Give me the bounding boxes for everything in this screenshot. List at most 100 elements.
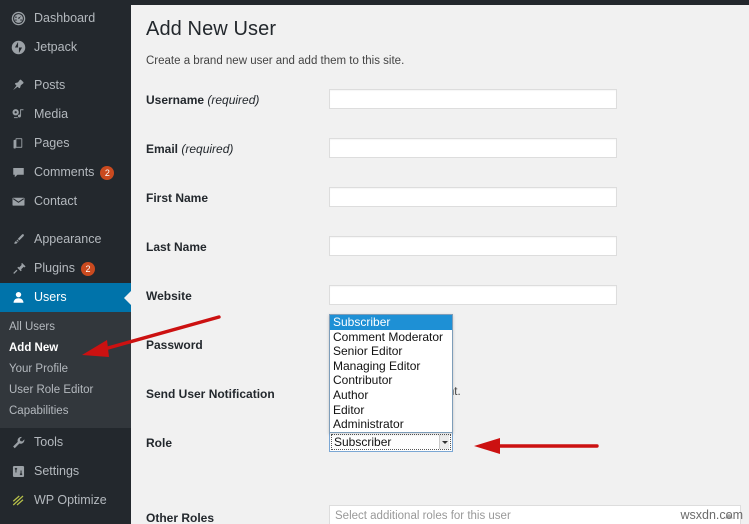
role-selected-value: Subscriber xyxy=(334,435,392,449)
form-row-last-name: Last Name xyxy=(146,236,749,285)
sidebar-subitem-your-profile[interactable]: Your Profile xyxy=(0,359,131,380)
last-name-label-text: Last Name xyxy=(146,240,207,254)
role-select[interactable]: Subscriber xyxy=(329,432,453,452)
other-roles-label: Other Roles xyxy=(146,511,215,524)
sidebar-item-tools[interactable]: Tools xyxy=(0,428,131,457)
sidebar-item-pages[interactable]: Pages xyxy=(0,129,131,158)
sidebar-group-3: Appearance Plugins 2 Users xyxy=(0,225,131,312)
role-option[interactable]: Subscriber xyxy=(330,315,452,330)
first-name-input[interactable] xyxy=(329,187,617,207)
role-option[interactable]: Administrator xyxy=(330,417,452,432)
sidebar-subitem-add-new[interactable]: Add New xyxy=(0,338,131,359)
send-user-notification-label: Send User Notification xyxy=(146,387,275,401)
sidebar-item-jetpack[interactable]: Jetpack xyxy=(0,33,131,62)
last-name-input[interactable] xyxy=(329,236,617,256)
website-input[interactable] xyxy=(329,285,617,305)
email-label: Email (required) xyxy=(146,142,233,156)
comment-icon xyxy=(9,164,27,182)
pin-icon xyxy=(9,77,27,95)
watermark: wsxdn.com xyxy=(680,508,743,522)
sidebar-group-4: Tools Settings WP Optimize xyxy=(0,428,131,515)
password-label: Password xyxy=(146,338,203,352)
sidebar-item-label: Users xyxy=(34,290,67,305)
sidebar-subitem-capabilities[interactable]: Capabilities xyxy=(0,401,131,422)
settings-icon xyxy=(9,463,27,481)
admin-sidebar: Dashboard Jetpack Posts Media Pages Comm… xyxy=(0,0,131,524)
sidebar-item-dashboard[interactable]: Dashboard xyxy=(0,4,131,33)
sidebar-item-label: Plugins xyxy=(34,261,75,276)
page-title: Add New User xyxy=(146,18,277,40)
username-input[interactable] xyxy=(329,89,617,109)
role-option[interactable]: Editor xyxy=(330,403,452,418)
main-content: Add New User Create a brand new user and… xyxy=(131,0,749,524)
form-row-other-roles: Other Roles Select additional roles for … xyxy=(146,505,749,524)
envelope-icon xyxy=(9,193,27,211)
last-name-label: Last Name xyxy=(146,240,207,254)
sidebar-item-posts[interactable]: Posts xyxy=(0,71,131,100)
media-icon xyxy=(9,106,27,124)
website-label-text: Website xyxy=(146,289,192,303)
form-row-username: Username (required) xyxy=(146,89,749,138)
pages-icon xyxy=(9,135,27,153)
email-input[interactable] xyxy=(329,138,617,158)
username-label-text: Username xyxy=(146,93,205,107)
user-icon xyxy=(9,289,27,307)
add-user-form-area: Add New User Create a brand new user and… xyxy=(131,5,749,524)
username-required-note: (required) xyxy=(207,93,260,107)
sidebar-item-label: Pages xyxy=(34,136,70,151)
sidebar-item-users[interactable]: Users xyxy=(0,283,131,312)
brush-icon xyxy=(9,231,27,249)
website-label: Website xyxy=(146,289,192,303)
sidebar-divider xyxy=(0,62,131,71)
first-name-label: First Name xyxy=(146,191,208,205)
sidebar-subitem-all-users[interactable]: All Users xyxy=(0,317,131,338)
sidebar-item-label: Settings xyxy=(34,464,80,479)
sidebar-item-appearance[interactable]: Appearance xyxy=(0,225,131,254)
role-label: Role xyxy=(146,436,173,450)
page-description: Create a brand new user and add them to … xyxy=(146,55,405,67)
sidebar-group-2: Posts Media Pages Comments 2 Contact xyxy=(0,71,131,216)
role-option[interactable]: Managing Editor xyxy=(330,359,452,374)
wrench-icon xyxy=(9,434,27,452)
sidebar-divider xyxy=(0,216,131,225)
role-option[interactable]: Author xyxy=(330,388,452,403)
other-roles-placeholder: Select additional roles for this user xyxy=(335,510,511,522)
sidebar-subitem-user-role-editor[interactable]: User Role Editor xyxy=(0,380,131,401)
plugins-count-badge: 2 xyxy=(81,261,95,276)
jetpack-icon xyxy=(9,39,27,57)
sidebar-item-wp-optimize[interactable]: WP Optimize xyxy=(0,486,131,515)
sidebar-item-label: Appearance xyxy=(34,232,102,247)
dashboard-icon xyxy=(9,10,27,28)
sidebar-item-settings[interactable]: Settings xyxy=(0,457,131,486)
role-option[interactable]: Senior Editor xyxy=(330,344,452,359)
sidebar-item-label: Contact xyxy=(34,194,78,209)
email-required-note: (required) xyxy=(181,142,234,156)
sidebar-item-label: Dashboard xyxy=(34,11,96,26)
role-option[interactable]: Comment Moderator xyxy=(330,330,452,345)
role-select-wrapper[interactable]: Subscriber xyxy=(329,432,453,452)
form-row-role: Role Subscriber Comment Moderator Senior… xyxy=(146,314,749,492)
form-row-first-name: First Name xyxy=(146,187,749,236)
chevron-down-icon[interactable] xyxy=(439,435,449,449)
sidebar-group-1: Dashboard Jetpack xyxy=(0,4,131,62)
form-row-email: Email (required) xyxy=(146,138,749,187)
sidebar-item-label: Posts xyxy=(34,78,66,93)
role-option[interactable]: Contributor xyxy=(330,373,452,388)
username-label: Username (required) xyxy=(146,93,259,107)
sidebar-item-media[interactable]: Media xyxy=(0,100,131,129)
comments-count-badge: 2 xyxy=(100,165,115,180)
sidebar-item-label: Comments xyxy=(34,165,95,180)
plug-icon xyxy=(9,260,27,278)
sidebar-item-contact[interactable]: Contact xyxy=(0,187,131,216)
email-label-text: Email xyxy=(146,142,179,156)
sidebar-item-comments[interactable]: Comments 2 xyxy=(0,158,131,187)
users-submenu: All Users Add New Your Profile User Role… xyxy=(0,312,131,428)
first-name-label-text: First Name xyxy=(146,191,209,205)
role-options-list[interactable]: Subscriber Comment Moderator Senior Edit… xyxy=(329,314,453,433)
sidebar-item-label: Jetpack xyxy=(34,40,78,55)
sidebar-item-label: Tools xyxy=(34,435,64,450)
optimize-icon xyxy=(9,492,27,510)
sidebar-item-label: Media xyxy=(34,107,69,122)
sidebar-item-plugins[interactable]: Plugins 2 xyxy=(0,254,131,283)
sidebar-item-label: WP Optimize xyxy=(34,493,107,508)
